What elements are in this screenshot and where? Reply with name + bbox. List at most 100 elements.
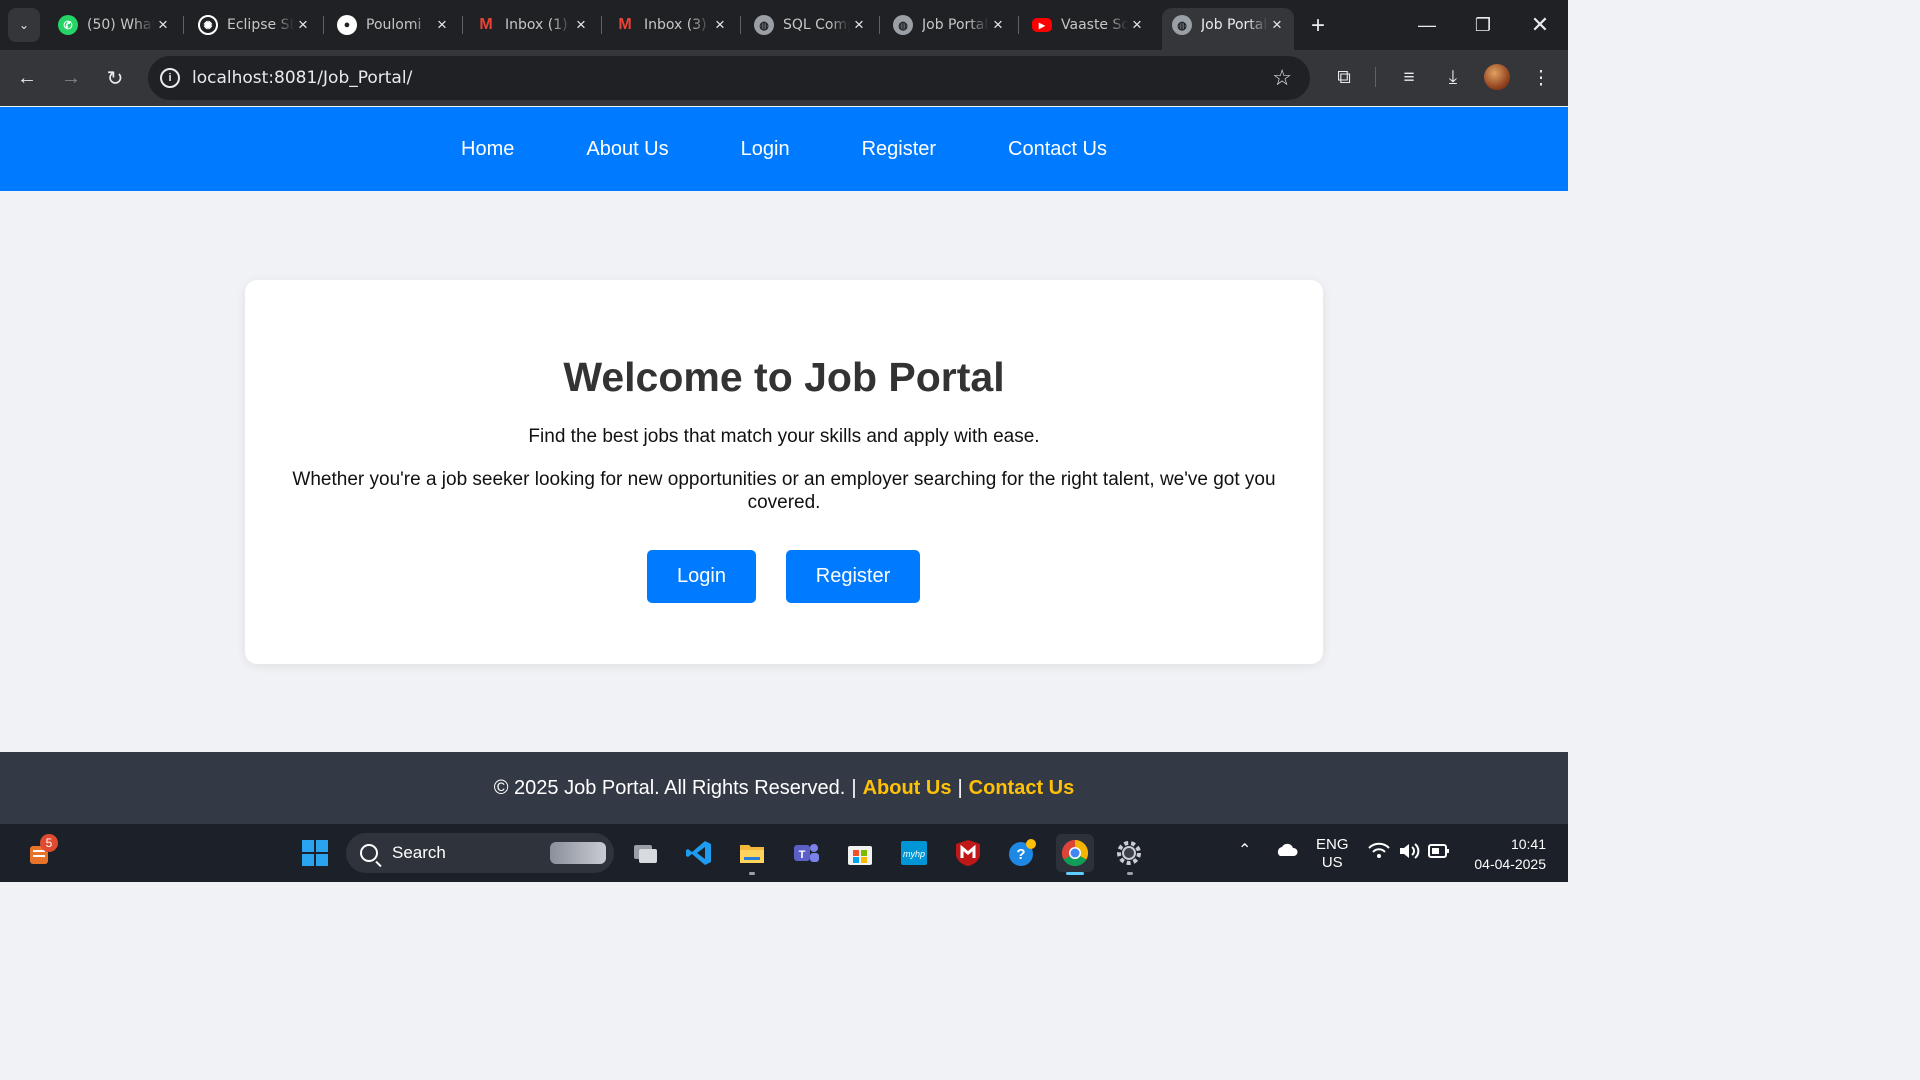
- start-icon[interactable]: [296, 834, 334, 872]
- extensions-icon[interactable]: ⧉: [1328, 62, 1360, 94]
- minimize-button[interactable]: —: [1399, 8, 1455, 42]
- chevron-up-icon[interactable]: ⌃: [1238, 842, 1251, 860]
- nav-about-us[interactable]: About Us: [586, 138, 668, 161]
- taskbar-search[interactable]: Search: [346, 833, 614, 873]
- clock[interactable]: 10:41 04-04-2025: [1466, 834, 1546, 874]
- browser-tab-bar: ⌄ ✆ (50) WhatsApp × ✺ Eclipse SDK × ● Po…: [0, 0, 1568, 50]
- nav-register[interactable]: Register: [862, 138, 936, 161]
- login-button[interactable]: Login: [647, 550, 756, 603]
- teams-icon[interactable]: T: [787, 834, 825, 872]
- register-button[interactable]: Register: [786, 550, 920, 603]
- tab-title: Inbox (3): [644, 17, 707, 33]
- close-icon[interactable]: ×: [989, 15, 1007, 34]
- tab-title: Inbox (1): [505, 17, 568, 33]
- windows-taskbar: 5 Search T myhp ? ⌃ ENG US 10:41 04-04-2…: [0, 824, 1568, 882]
- tab-github[interactable]: ● Poulomi ×: [327, 8, 463, 42]
- footer-copyright: © 2025 Job Portal. All Rights Reserved.: [493, 776, 846, 799]
- close-icon[interactable]: ×: [572, 15, 590, 34]
- tab-job-portal[interactable]: ◍ Job Portal ×: [883, 8, 1019, 42]
- gmail-icon: M: [618, 16, 632, 33]
- svg-text:myhp: myhp: [903, 849, 925, 859]
- language-indicator[interactable]: ENG US: [1316, 836, 1349, 872]
- tab-title: Poulomi: [366, 17, 422, 33]
- close-icon[interactable]: ×: [433, 15, 451, 34]
- welcome-card: Welcome to Job Portal Find the best jobs…: [245, 280, 1323, 664]
- site-navbar: Home About Us Login Register Contact Us: [0, 107, 1568, 191]
- nav-login[interactable]: Login: [741, 138, 790, 161]
- running-indicator: [1127, 872, 1133, 875]
- tab-whatsapp[interactable]: ✆ (50) WhatsApp ×: [48, 8, 184, 42]
- github-icon: ●: [337, 15, 357, 35]
- hero-description: Whether you're a job seeker looking for …: [292, 469, 1276, 513]
- task-view-icon[interactable]: [626, 834, 664, 872]
- language-code: ENG: [1316, 836, 1349, 853]
- menu-kebab-icon[interactable]: ⋮: [1525, 62, 1557, 94]
- search-label: Search: [392, 843, 446, 862]
- notification-badge: 5: [40, 834, 58, 852]
- youtube-icon: ▶: [1032, 18, 1052, 32]
- tab-sql-compiler[interactable]: ◍ SQL Compiler ×: [744, 8, 880, 42]
- globe-icon: ◍: [754, 15, 774, 35]
- tab-title: (50) WhatsApp: [87, 17, 154, 33]
- nav-contact-us[interactable]: Contact Us: [1008, 138, 1107, 161]
- globe-icon: ◍: [893, 15, 913, 35]
- close-icon[interactable]: ×: [1128, 15, 1146, 34]
- microsoft-store-icon[interactable]: [841, 834, 879, 872]
- globe-icon: ◍: [1172, 15, 1192, 35]
- help-icon[interactable]: ?: [1003, 834, 1041, 872]
- wifi-icon[interactable]: [1368, 842, 1390, 865]
- tab-job-portal-active[interactable]: ◍ Job Portal ×: [1162, 8, 1294, 50]
- restore-button[interactable]: ❐: [1455, 8, 1511, 42]
- close-icon[interactable]: ×: [294, 15, 312, 34]
- chrome-icon[interactable]: [1056, 834, 1094, 872]
- mcafee-icon[interactable]: [949, 834, 987, 872]
- back-button[interactable]: ←: [11, 62, 43, 94]
- volume-icon[interactable]: [1398, 842, 1420, 865]
- tab-eclipse[interactable]: ✺ Eclipse SDK ×: [188, 8, 324, 42]
- tab-youtube[interactable]: ▶ Vaaste Song ×: [1022, 8, 1154, 42]
- svg-text:T: T: [799, 849, 806, 861]
- footer-separator: |: [851, 776, 857, 799]
- address-bar[interactable]: i localhost:8081/Job_Portal/ ☆: [148, 56, 1310, 100]
- tab-title: Job Portal: [1201, 17, 1268, 33]
- tab-gmail-1[interactable]: M Inbox (1) ×: [466, 8, 602, 42]
- onedrive-icon[interactable]: [1274, 842, 1298, 863]
- reading-list-icon[interactable]: ≡: [1393, 62, 1425, 94]
- bookmark-star-icon[interactable]: ☆: [1272, 65, 1292, 91]
- myhp-icon[interactable]: myhp: [895, 834, 933, 872]
- reload-button[interactable]: ↻: [99, 62, 131, 94]
- gmail-icon: M: [479, 16, 493, 33]
- close-icon[interactable]: ×: [850, 15, 868, 34]
- url-text: localhost:8081/Job_Portal/: [192, 68, 413, 88]
- close-icon[interactable]: ×: [711, 15, 729, 34]
- file-explorer-icon[interactable]: [733, 834, 771, 872]
- site-footer: © 2025 Job Portal. All Rights Reserved. …: [0, 752, 1568, 824]
- hero-subtitle: Find the best jobs that match your skill…: [528, 426, 1040, 447]
- footer-separator: |: [957, 776, 963, 799]
- widgets-icon[interactable]: 5: [20, 834, 58, 872]
- close-icon[interactable]: ×: [154, 15, 172, 34]
- vscode-icon[interactable]: [680, 834, 718, 872]
- footer-contact-link[interactable]: Contact Us: [969, 777, 1075, 800]
- search-icon: [360, 844, 378, 862]
- settings-gear-icon[interactable]: [1110, 834, 1148, 872]
- toolbar-divider: [1375, 67, 1376, 87]
- close-icon[interactable]: ×: [1268, 15, 1286, 34]
- region-code: US: [1321, 854, 1343, 871]
- tab-gmail-2[interactable]: M Inbox (3) ×: [605, 8, 741, 42]
- tab-title: SQL Compiler: [783, 17, 850, 33]
- download-icon[interactable]: ⤓: [1437, 62, 1469, 94]
- tab-title: Job Portal: [922, 17, 989, 33]
- site-info-icon[interactable]: i: [160, 68, 180, 88]
- running-indicator: [749, 872, 755, 875]
- close-window-button[interactable]: ✕: [1512, 8, 1568, 42]
- active-app-indicator: [1066, 872, 1084, 875]
- battery-icon[interactable]: [1428, 843, 1450, 864]
- forward-button[interactable]: →: [55, 62, 87, 94]
- tab-title: Eclipse SDK: [227, 17, 294, 33]
- new-tab-button[interactable]: +: [1304, 12, 1332, 40]
- footer-about-link[interactable]: About Us: [863, 777, 952, 800]
- nav-home[interactable]: Home: [461, 138, 514, 161]
- avatar[interactable]: [1484, 64, 1510, 90]
- tab-search-button[interactable]: ⌄: [8, 8, 40, 42]
